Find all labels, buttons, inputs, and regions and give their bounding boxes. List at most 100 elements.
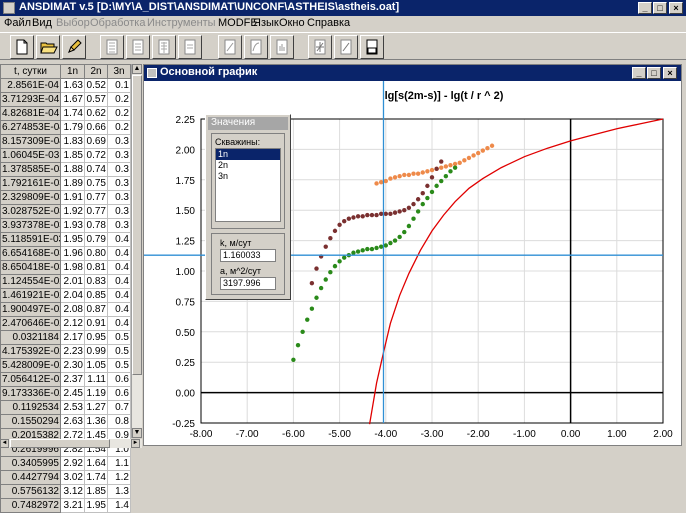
table-cell[interactable]: 1.83 [60,134,85,149]
table-row[interactable]: 1.378585E-03 1.88 0.74 0.3 [0,162,131,177]
table-cell[interactable]: 0.91 [84,316,108,331]
table-cell[interactable]: 0.95 [84,330,108,345]
table-cell[interactable]: 0.8 [107,414,131,429]
table-cell[interactable]: 0.66 [84,120,108,135]
table-cell[interactable]: 0.4 [107,302,131,317]
table-cell[interactable]: 0.62 [84,106,108,121]
table-cell[interactable]: 8.650418E-03 [0,260,61,275]
table-cell[interactable]: 4.175392E-02 [0,344,61,359]
menu-modfe[interactable]: MODFE [218,17,258,29]
table-row[interactable]: 5.428009E-02 2.30 1.05 0.5 [0,358,131,373]
table-vertical-scrollbar[interactable]: ▲ ▼ [131,64,142,438]
table-cell[interactable]: 0.6 [107,386,131,401]
table-row[interactable]: 1.124554E-02 2.01 0.83 0.4 [0,274,131,289]
table-row[interactable]: 7.056412E-02 2.37 1.11 0.6 [0,372,131,387]
table-cell[interactable]: 0.4427794 [0,470,61,485]
menu-processing[interactable]: Обработка [90,17,145,29]
table-cell[interactable]: 8.157309E-04 [0,134,61,149]
table-cell[interactable]: 0.80 [84,246,108,261]
close-button[interactable]: × [669,2,683,14]
table-cell[interactable]: 0.5 [107,358,131,373]
table-cell[interactable]: 1.900497E-02 [0,302,61,317]
table-row[interactable]: 0.7482972 3.21 1.95 1.4 [0,498,131,513]
table-cell[interactable]: 3.02 [60,470,85,485]
table-cell[interactable]: 1.11 [84,372,108,387]
list-button[interactable] [126,35,150,59]
table-row[interactable]: 1.900497E-02 2.08 0.87 0.4 [0,302,131,317]
table-cell[interactable]: 3.71293E-04 [0,92,61,107]
table-cell[interactable]: 0.75 [84,176,108,191]
table-cell[interactable]: 0.69 [84,134,108,149]
table-cell[interactable]: 1.67 [60,92,85,107]
table-row[interactable]: 3.71293E-04 1.67 0.57 0.2 [0,92,131,107]
chart-minimize-button[interactable]: _ [632,67,646,79]
menu-window[interactable]: Окно [279,17,305,29]
table-cell[interactable]: 0.4 [107,246,131,261]
table-cell[interactable]: 0.4 [107,316,131,331]
table-button[interactable] [100,35,124,59]
table-cell[interactable]: 2.37 [60,372,85,387]
menu-view[interactable]: Вид [32,17,52,29]
table-cell[interactable]: 0.3 [107,176,131,191]
table-cell[interactable]: 2.12 [60,316,85,331]
table-cell[interactable]: 2.63 [60,414,85,429]
k-value-field[interactable]: 1.160033 [220,249,276,262]
scroll-right-icon[interactable]: ► [131,439,140,448]
table-cell[interactable]: 1.36 [84,414,108,429]
edit-button[interactable] [62,35,86,59]
table-row[interactable]: 3.028752E-03 1.92 0.77 0.3 [0,204,131,219]
chart-axes-button[interactable] [308,35,332,59]
table-row[interactable]: 6.274853E-04 1.79 0.66 0.2 [0,120,131,135]
table-cell[interactable]: 1.4 [107,498,131,513]
table-cell[interactable]: 2.01 [60,274,85,289]
table-header-cell[interactable]: 3n [107,64,131,79]
table-cell[interactable]: 0.81 [84,260,108,275]
table-cell[interactable]: 0.3 [107,162,131,177]
table-cell[interactable]: 1.98 [60,260,85,275]
table-cell[interactable]: 3.937378E-03 [0,218,61,233]
table-cell[interactable]: 1.3 [107,484,131,499]
table-cell[interactable]: 5.428009E-02 [0,358,61,373]
table-cell[interactable]: 0.6 [107,372,131,387]
table-row[interactable]: 1.792161E-03 1.89 0.75 0.3 [0,176,131,191]
table-cell[interactable]: 1.124554E-02 [0,274,61,289]
table-cell[interactable]: 0.2 [107,92,131,107]
table-row[interactable]: 1.461921E-02 2.04 0.85 0.4 [0,288,131,303]
table-cell[interactable]: 7.056412E-02 [0,372,61,387]
table-row[interactable]: 4.82681E-04 1.74 0.62 0.2 [0,106,131,121]
table-cell[interactable]: 4.82681E-04 [0,106,61,121]
table-cell[interactable]: 1.461921E-02 [0,288,61,303]
table-cell[interactable]: 0.72 [84,148,108,163]
table-cell[interactable]: 0.85 [84,288,108,303]
table-cell[interactable]: 0.83 [84,274,108,289]
chart-maximize-button[interactable]: □ [647,67,661,79]
table-cell[interactable]: 1.64 [84,456,108,471]
table-cell[interactable]: 2.8561E-04 [0,78,61,93]
table-cell[interactable]: 0.1 [107,78,131,93]
table-cell[interactable]: 0.4 [107,288,131,303]
table-cell[interactable]: 0.1550294 [0,414,61,429]
table-row[interactable]: 0.3405995 2.92 1.64 1.1 [0,456,131,471]
table-cell[interactable]: 0.3 [107,148,131,163]
table-cell[interactable]: 0.78 [84,218,108,233]
table-cell[interactable]: 0.4 [107,274,131,289]
table-cell[interactable]: 2.30 [60,358,85,373]
table-cell[interactable]: 1.19 [84,386,108,401]
maximize-button[interactable]: □ [653,2,667,14]
table-cell[interactable]: 1.27 [84,400,108,415]
table-cell[interactable]: 6.654168E-03 [0,246,61,261]
open-file-button[interactable] [36,35,60,59]
table-cell[interactable]: 0.4 [107,232,131,247]
table-cell[interactable]: 1.06045E-03 [0,148,61,163]
table-cell[interactable]: 2.04 [60,288,85,303]
table-row[interactable]: 8.157309E-04 1.83 0.69 0.3 [0,134,131,149]
table-horizontal-scrollbar[interactable]: ◄ ► [0,439,142,448]
table-header-cell[interactable]: t, сутки [0,64,61,79]
table-cell[interactable]: 3.21 [60,498,85,513]
table-cell[interactable]: 0.2 [107,120,131,135]
table-row[interactable]: 0.1550294 2.63 1.36 0.8 [0,414,131,429]
table-cell[interactable]: 1.92 [60,204,85,219]
well-item-1n[interactable]: 1n [216,149,280,160]
table-cell[interactable]: 1.74 [60,106,85,121]
window-button[interactable] [360,35,384,59]
